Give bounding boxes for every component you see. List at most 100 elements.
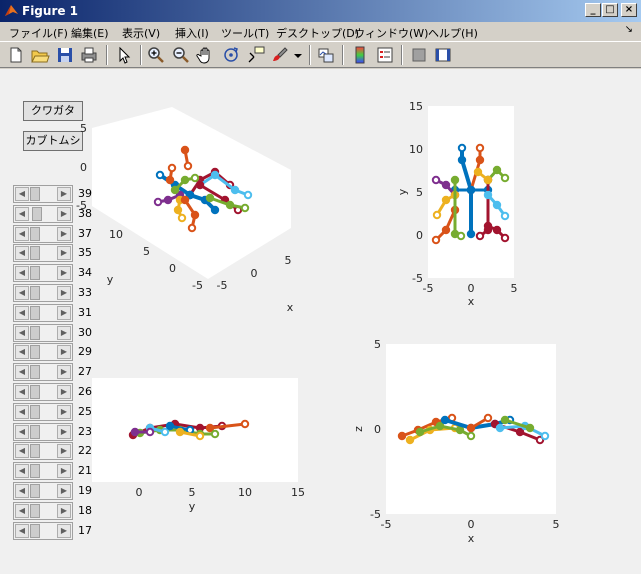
beetle-joint xyxy=(492,225,502,235)
beetle-joint xyxy=(167,163,177,173)
x-tick: 5 xyxy=(511,282,518,295)
beetle-joint xyxy=(180,145,190,155)
beetle-joint xyxy=(540,431,550,441)
beetle-joint xyxy=(473,167,483,177)
beetle-joint xyxy=(130,427,140,437)
beetle-joint xyxy=(225,200,235,210)
x-tick: 15 xyxy=(291,486,305,499)
beetle-joint xyxy=(441,225,451,235)
beetle-joint xyxy=(145,427,155,437)
beetle-joint xyxy=(165,421,175,431)
beetle-joint xyxy=(163,195,173,205)
beetle-joint xyxy=(230,185,240,195)
beetle-joint xyxy=(466,431,476,441)
beetle-joint xyxy=(466,185,476,195)
beetle-joint xyxy=(500,211,510,221)
z-tick: -5 xyxy=(76,199,87,212)
beetle-joint xyxy=(205,193,215,203)
beetle-joint xyxy=(153,197,163,207)
beetle-joint xyxy=(525,423,535,433)
beetle-joint xyxy=(175,427,185,437)
beetle-joint xyxy=(240,419,250,429)
beetle-joint xyxy=(500,233,510,243)
y-tick: -5 xyxy=(192,279,203,292)
y-tick: 5 xyxy=(374,338,381,351)
beetle-joint xyxy=(475,155,485,165)
beetle-joint xyxy=(431,175,441,185)
y-tick: -5 xyxy=(370,508,381,521)
beetle-joint xyxy=(441,180,451,190)
beetle-joint xyxy=(435,421,445,431)
beetle-joint xyxy=(155,170,165,180)
y-tick: 0 xyxy=(416,229,423,242)
beetle-joint xyxy=(440,415,450,425)
beetle-joint xyxy=(405,435,415,445)
beetle-joint xyxy=(492,165,502,175)
x-axis-label: x xyxy=(468,532,475,545)
beetle-joint xyxy=(441,195,451,205)
beetle-joint xyxy=(515,427,525,437)
beetle-joint xyxy=(455,425,465,435)
beetle-joint xyxy=(190,210,200,220)
beetle-joint xyxy=(397,431,407,441)
beetle-joint xyxy=(190,173,200,183)
y-tick: 0 xyxy=(374,423,381,436)
beetle-joint xyxy=(195,431,205,441)
beetle-joint xyxy=(210,429,220,439)
beetle-joint xyxy=(165,175,175,185)
beetle-joint xyxy=(483,221,493,231)
beetle-joint xyxy=(160,427,170,437)
y-tick: 5 xyxy=(416,186,423,199)
x-tick: -5 xyxy=(217,279,228,292)
axes-top-view[interactable]: 15 10 5 0 -5 -5 0 5 x y xyxy=(396,100,518,308)
beetle-joint xyxy=(466,229,476,239)
beetle-joint xyxy=(170,185,180,195)
beetle-joint xyxy=(173,205,183,215)
beetle-joint xyxy=(183,161,193,171)
beetle-joint xyxy=(205,423,215,433)
y-tick: 10 xyxy=(409,143,423,156)
y-axis-label: y xyxy=(107,273,114,286)
x-tick: 5 xyxy=(285,254,292,267)
y-axis-label: z xyxy=(352,426,365,432)
beetle-joint xyxy=(243,190,253,200)
beetle-joint xyxy=(457,143,467,153)
beetle-joint xyxy=(457,155,467,165)
x-axis-label: x xyxy=(287,301,294,314)
x-tick: 0 xyxy=(468,518,475,531)
x-tick: 10 xyxy=(238,486,252,499)
beetle-joint xyxy=(450,175,460,185)
beetle-joint xyxy=(432,210,442,220)
plots-layer: 5 0 -5 10 5 0 -5 -5 0 5 x y 15 10 5 0 -5… xyxy=(76,100,560,545)
beetle-joint xyxy=(180,195,190,205)
x-tick: 5 xyxy=(189,486,196,499)
x-tick: 0 xyxy=(468,282,475,295)
z-tick: 5 xyxy=(80,122,87,135)
y-axis-label: y xyxy=(396,188,409,195)
beetle-joint xyxy=(483,175,493,185)
beetle-joint xyxy=(483,190,493,200)
beetle-joint xyxy=(466,423,476,433)
y-tick: 5 xyxy=(143,245,150,258)
axes-side-background xyxy=(92,378,298,482)
beetle-joint xyxy=(415,427,425,437)
beetle-joint xyxy=(177,213,187,223)
beetle-joint xyxy=(210,170,220,180)
axes-3d[interactable]: 5 0 -5 10 5 0 -5 -5 0 5 x y xyxy=(76,107,294,314)
beetle-joint xyxy=(195,180,205,190)
beetle-joint xyxy=(240,203,250,213)
x-tick: 0 xyxy=(136,486,143,499)
axes-side-view[interactable]: 0 5 10 15 y xyxy=(92,378,305,513)
beetle-joint xyxy=(500,173,510,183)
beetle-joint xyxy=(456,231,466,241)
beetle-joint xyxy=(210,205,220,215)
x-tick: -5 xyxy=(381,518,392,531)
x-axis-label: x xyxy=(468,295,475,308)
beetle-joint xyxy=(475,231,485,241)
y-tick: 0 xyxy=(169,262,176,275)
beetle-joint xyxy=(495,423,505,433)
x-tick: 5 xyxy=(553,518,560,531)
z-tick: 0 xyxy=(80,161,87,174)
beetle-joint xyxy=(180,175,190,185)
axes-front-view[interactable]: 5 0 -5 -5 0 5 x z xyxy=(352,338,560,545)
